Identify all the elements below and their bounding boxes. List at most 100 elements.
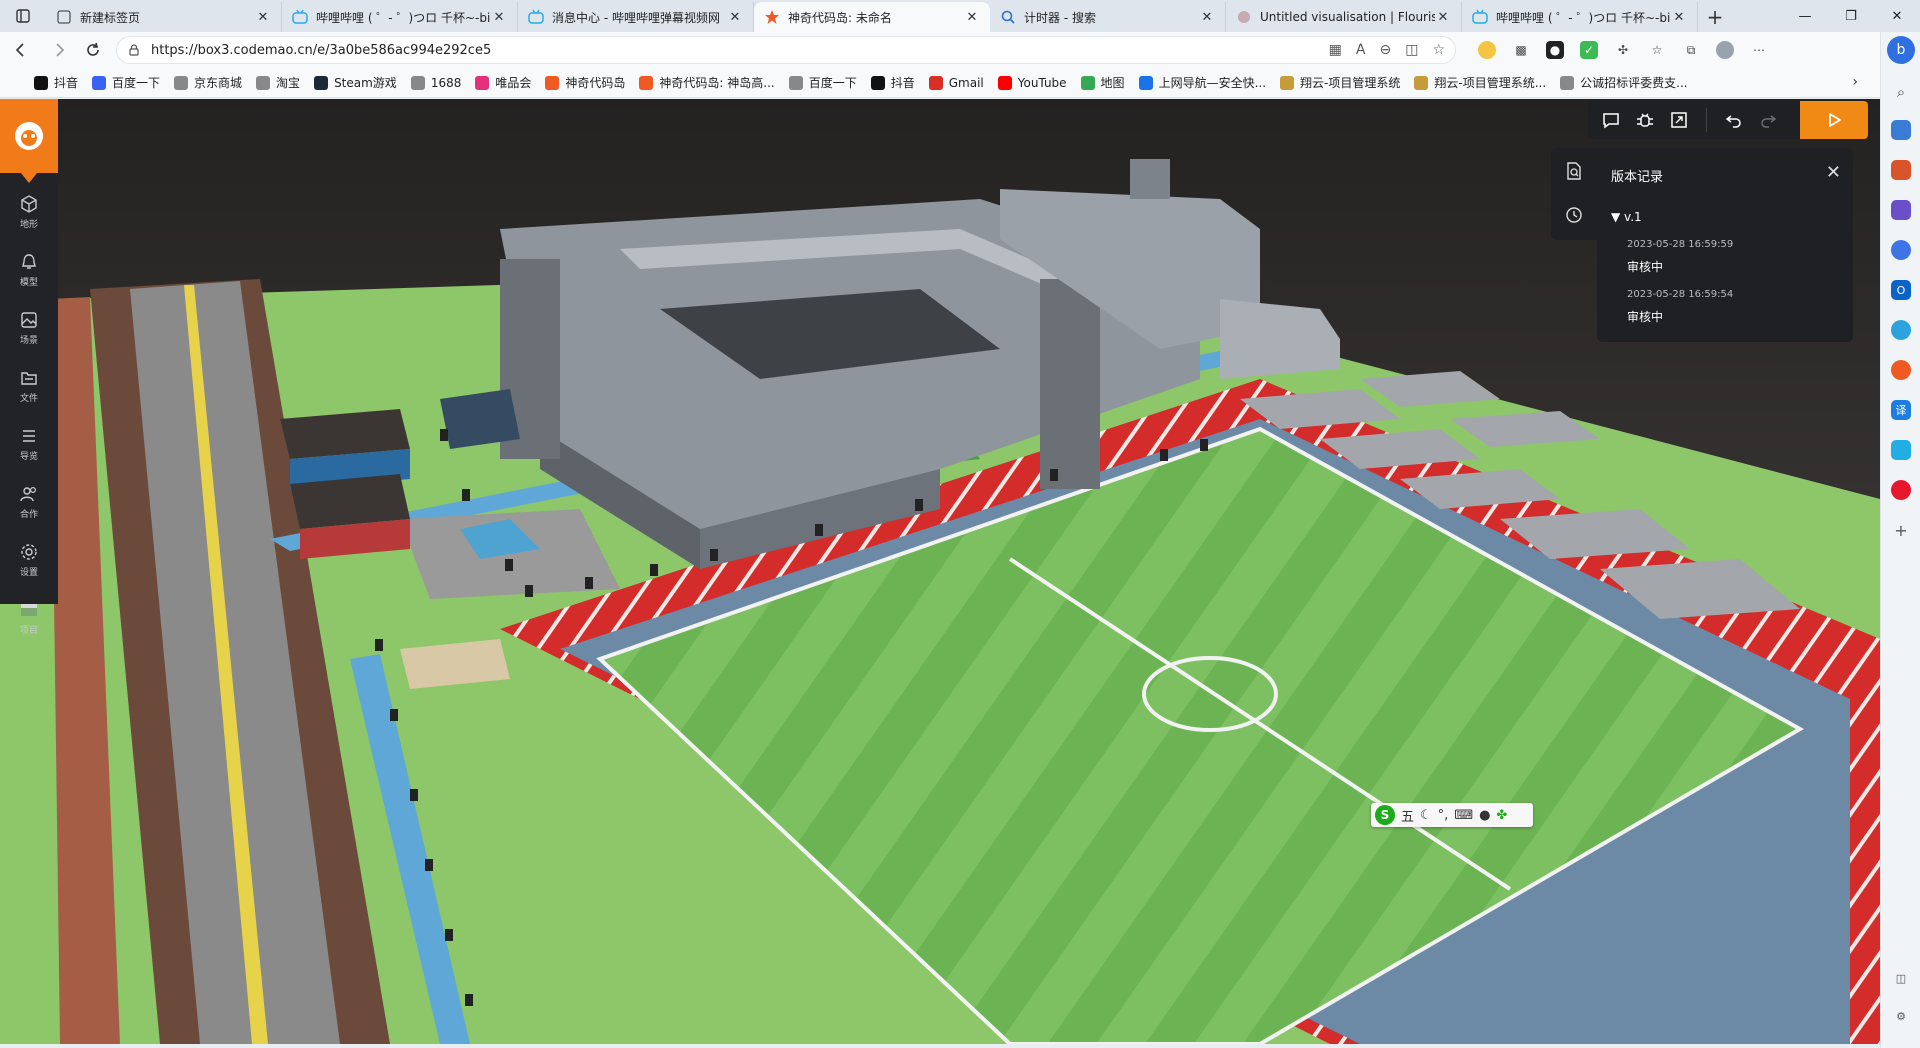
palette-extension-icon[interactable]	[1478, 41, 1496, 59]
split-screen-icon[interactable]: ◫	[1405, 42, 1418, 58]
bookmark-item[interactable]: 百度一下	[788, 74, 857, 91]
menu-guide[interactable]: 导览	[0, 415, 58, 473]
read-aloud-icon[interactable]: A	[1356, 42, 1366, 58]
bookmark-item[interactable]: 地图	[1080, 74, 1125, 91]
extensions-puzzle-icon[interactable]: ✣	[1614, 41, 1632, 59]
moon-icon[interactable]: ☾	[1420, 808, 1432, 823]
version-entry-status[interactable]: 审核中	[1627, 258, 1663, 275]
favorite-star-icon[interactable]: ☆	[1432, 42, 1445, 58]
tab-new-tab[interactable]: 新建标签页 ✕	[46, 2, 282, 32]
bookmark-item[interactable]: 神奇代码岛	[545, 74, 625, 91]
bilibili-sidebar-icon[interactable]	[1891, 440, 1911, 460]
collections-icon[interactable]: ⧉	[1682, 41, 1700, 59]
tab-close-button[interactable]: ✕	[964, 10, 980, 25]
debug-button[interactable]	[1628, 101, 1662, 139]
bookmark-item[interactable]: 百度一下	[92, 74, 160, 91]
sidebar-settings-icon[interactable]: ⚙	[1891, 1006, 1911, 1026]
document-search-button[interactable]	[1563, 160, 1585, 182]
games-icon[interactable]	[1891, 200, 1911, 220]
address-bar[interactable]: https://box3.codemao.cn/e/3a0be586ac994e…	[116, 36, 1456, 64]
qr-extension-icon[interactable]: ▩	[1512, 41, 1530, 59]
menu-project[interactable]: 项目	[0, 589, 58, 647]
comment-button[interactable]	[1594, 101, 1628, 139]
restore-button[interactable]: ❐	[1828, 0, 1874, 32]
telegram-icon[interactable]	[1891, 320, 1911, 340]
tab-bilibili-messages[interactable]: 消息中心 - 哔哩哔哩弹幕视频网 ✕	[518, 2, 754, 32]
profile-avatar-icon[interactable]	[1716, 41, 1734, 59]
add-sidebar-icon[interactable]: +	[1891, 520, 1911, 540]
redo-button[interactable]	[1751, 101, 1785, 139]
menu-settings[interactable]: 设置	[0, 531, 58, 589]
tools-icon[interactable]	[1891, 160, 1911, 180]
close-window-button[interactable]: ✕	[1874, 0, 1920, 32]
ime-mode[interactable]: 五	[1401, 806, 1414, 825]
translate-icon[interactable]: 译	[1891, 400, 1911, 420]
menu-terrain[interactable]: 地形	[0, 183, 58, 241]
tab-close-button[interactable]: ✕	[727, 10, 743, 25]
bookmark-item[interactable]: 京东商城	[174, 74, 242, 91]
menu-files[interactable]: 文件	[0, 357, 58, 415]
tab-codemao-active[interactable]: 神奇代码岛: 未命名 ✕	[754, 2, 990, 32]
punctuation-icon[interactable]: °,	[1438, 808, 1449, 823]
menu-model[interactable]: 模型	[0, 241, 58, 299]
tab-close-button[interactable]: ✕	[1199, 10, 1215, 25]
shopping-tag-icon[interactable]	[1891, 120, 1911, 140]
tab-bilibili[interactable]: 哔哩哔哩 ( ゜- ゜)つロ 千杯~-bili ✕	[282, 2, 518, 32]
bookmark-item[interactable]: 抖音	[34, 74, 78, 91]
bookmark-item[interactable]: 翔云-项目管理系统...	[1414, 74, 1546, 91]
play-button[interactable]	[1800, 101, 1868, 139]
back-button[interactable]	[4, 35, 38, 65]
shield-extension-icon[interactable]: ✓	[1580, 41, 1598, 59]
version-toggle[interactable]: ▼ v.1	[1611, 210, 1642, 224]
history-button[interactable]	[1563, 204, 1585, 226]
tab-close-button[interactable]: ✕	[491, 10, 507, 25]
zoom-out-icon[interactable]: ⊖	[1379, 42, 1391, 58]
codemao-logo[interactable]	[0, 99, 58, 183]
outlook-icon[interactable]: O	[1891, 280, 1911, 300]
keyboard-icon[interactable]: ⌨	[1454, 808, 1473, 823]
fullscreen-button[interactable]	[1662, 101, 1696, 139]
version-entry-status[interactable]: 审核中	[1627, 308, 1663, 325]
codemao-sidebar-icon[interactable]	[1891, 360, 1911, 380]
tab-bilibili-2[interactable]: 哔哩哔哩 ( ゜- ゜)つロ 千杯~-bili ✕	[1462, 2, 1698, 32]
bing-chat-icon[interactable]: b	[1887, 36, 1915, 64]
user-icon[interactable]: ●	[1479, 808, 1490, 823]
bookmark-item[interactable]: 神奇代码岛: 神岛高...	[639, 74, 775, 91]
close-icon[interactable]: ✕	[1826, 162, 1841, 183]
minimize-button[interactable]: —	[1782, 0, 1828, 32]
favorites-icon[interactable]: ☆	[1648, 41, 1666, 59]
tab-timer-search[interactable]: 计时器 - 搜索 ✕	[990, 2, 1226, 32]
dark-mode-extension-icon[interactable]: ●	[1546, 41, 1564, 59]
menu-scene[interactable]: 场景	[0, 299, 58, 357]
microsoft365-icon[interactable]	[1891, 240, 1911, 260]
bookmark-item[interactable]: 公诚招标评委费支...	[1560, 74, 1688, 91]
toolbox-icon[interactable]: ✤	[1496, 808, 1507, 823]
tab-close-button[interactable]: ✕	[1671, 10, 1687, 25]
tab-close-button[interactable]: ✕	[255, 10, 271, 25]
new-tab-button[interactable]: +	[1698, 2, 1732, 32]
bookmark-item[interactable]: YouTube	[997, 75, 1067, 90]
more-menu-icon[interactable]: ⋯	[1750, 41, 1768, 59]
bookmarks-bar: 抖音 百度一下 京东商城 淘宝 Steam游戏 1688 唯品会 神奇代码岛 神奇代码岛: 神岛…	[0, 68, 1880, 98]
bookmark-item[interactable]: 翔云-项目管理系统	[1280, 74, 1400, 91]
bookmark-item[interactable]: Steam游戏	[314, 74, 397, 91]
bookmark-item[interactable]: 抖音	[870, 74, 915, 91]
bookmark-item[interactable]: 上网导航—安全快...	[1138, 74, 1266, 91]
forward-button[interactable]	[42, 35, 76, 65]
menu-collab[interactable]: 合作	[0, 473, 58, 531]
tab-flourish[interactable]: Untitled visualisation | Flourish ✕	[1226, 2, 1462, 32]
weibo-icon[interactable]	[1891, 480, 1911, 500]
tab-close-button[interactable]: ✕	[1435, 10, 1451, 25]
sidebar-layout-icon[interactable]: ◫	[1891, 968, 1911, 988]
search-icon[interactable]: ⌕	[1891, 82, 1911, 102]
apps-icon[interactable]: ▦	[1329, 42, 1342, 58]
bookmark-item[interactable]: Gmail	[928, 75, 984, 90]
ime-toolbar[interactable]: S 五 ☾ °, ⌨ ● ✤	[1371, 803, 1533, 827]
undo-button[interactable]	[1717, 101, 1751, 139]
bookmark-item[interactable]: 淘宝	[256, 74, 300, 91]
tab-actions-button[interactable]	[0, 0, 46, 32]
refresh-button[interactable]	[76, 35, 110, 65]
bookmarks-overflow-chevron-icon[interactable]: ›	[1852, 74, 1858, 90]
bookmark-item[interactable]: 1688	[410, 75, 461, 90]
bookmark-item[interactable]: 唯品会	[475, 74, 531, 91]
